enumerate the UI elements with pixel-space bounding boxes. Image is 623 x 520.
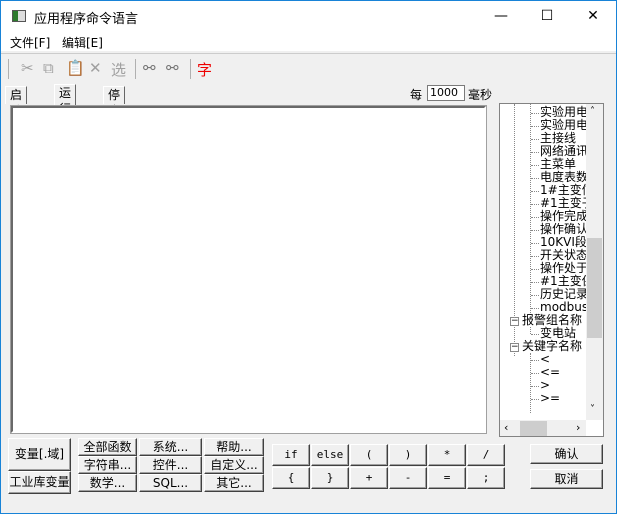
- paste-icon[interactable]: 📋: [66, 59, 85, 77]
- menu-edit[interactable]: 编辑[E]: [62, 34, 103, 51]
- function-button[interactable]: 控件...: [139, 456, 202, 474]
- operator-button[interactable]: }: [311, 467, 349, 489]
- function-button[interactable]: 全部函数: [78, 438, 137, 456]
- maximize-button[interactable]: ☐: [524, 1, 570, 31]
- scroll-left-icon[interactable]: ‹: [504, 421, 508, 434]
- horizontal-scrollbar[interactable]: ‹ ›: [500, 420, 586, 436]
- function-tree[interactable]: 实验用电 实验用电 主接线 网络通讯 主菜单 电度表数 1#主变信 #1主变子 操作完成 操作确认…: [499, 103, 604, 437]
- tab-running[interactable]: 运行时: [54, 84, 77, 132]
- collapse-icon[interactable]: −: [510, 343, 519, 352]
- tree-line: [531, 399, 539, 400]
- tree-line: [531, 282, 539, 283]
- tree-line: [531, 243, 539, 244]
- tree-item[interactable]: >=: [540, 392, 560, 405]
- window-title: 应用程序命令语言: [34, 12, 139, 27]
- menu-bar: 文件[F] 编辑[E]: [1, 31, 616, 51]
- tree-line: [531, 191, 539, 192]
- separator: [190, 59, 191, 79]
- app-icon: [12, 10, 26, 22]
- font-button[interactable]: 字: [197, 59, 212, 80]
- operator-button[interactable]: ;: [467, 467, 505, 489]
- script-editor[interactable]: [10, 105, 487, 434]
- operator-button[interactable]: else: [311, 444, 349, 466]
- interval-prefix: 每: [410, 88, 423, 102]
- tree-line: [531, 295, 539, 296]
- hscroll-thumb[interactable]: [520, 421, 547, 436]
- variable-field-button[interactable]: 变量[.域]: [8, 438, 71, 471]
- tab-startup[interactable]: 启动时: [5, 86, 28, 134]
- operator-button[interactable]: =: [428, 467, 466, 489]
- tree-group[interactable]: 关键字名称: [522, 340, 582, 353]
- app-window: 应用程序命令语言 — ☐ ✕ 文件[F] 编辑[E] ✂ ⧉ 📋 ✕ 选 ⚯ ⚯…: [0, 0, 617, 514]
- tree-line: [531, 113, 539, 114]
- vertical-scrollbar[interactable]: ˄ ˅: [586, 104, 603, 420]
- tree-line: [531, 373, 539, 374]
- toolbar: ✂ ⧉ 📋 ✕ 选 ⚯ ⚯ 字: [1, 53, 616, 81]
- scroll-right-icon[interactable]: ›: [576, 421, 580, 434]
- function-button[interactable]: SQL...: [139, 474, 202, 492]
- toolbar-grip: [8, 59, 9, 79]
- function-button[interactable]: 数学...: [78, 474, 137, 492]
- operator-button[interactable]: +: [350, 467, 388, 489]
- confirm-button[interactable]: 确认: [530, 444, 603, 464]
- function-button[interactable]: 字符串...: [78, 456, 137, 474]
- find-icon[interactable]: ⚯: [143, 59, 156, 77]
- delete-icon[interactable]: ✕: [89, 59, 102, 77]
- replace-icon[interactable]: ⚯: [166, 59, 179, 77]
- tree-line: [531, 230, 539, 231]
- minimize-button[interactable]: —: [478, 1, 524, 31]
- collapse-icon[interactable]: −: [510, 317, 519, 326]
- operator-button[interactable]: *: [428, 444, 466, 466]
- tree-line: [530, 104, 531, 319]
- tree-line: [531, 256, 539, 257]
- cut-icon[interactable]: ✂: [21, 59, 34, 77]
- function-button[interactable]: 其它...: [204, 474, 264, 492]
- cancel-button[interactable]: 取消: [530, 469, 603, 489]
- separator: [135, 59, 136, 79]
- close-button[interactable]: ✕: [570, 1, 616, 31]
- tree-line: [531, 360, 539, 361]
- operator-button[interactable]: (: [350, 444, 388, 466]
- scroll-down-icon[interactable]: ˅: [590, 404, 595, 415]
- tree-line: [530, 327, 531, 334]
- function-button[interactable]: 系统...: [139, 438, 202, 456]
- interval-suffix: 毫秒: [468, 88, 493, 102]
- menu-file[interactable]: 文件[F]: [10, 34, 50, 51]
- industrial-db-variable-button[interactable]: 工业库变量: [8, 471, 71, 494]
- copy-icon[interactable]: ⧉: [43, 59, 54, 77]
- title-bar: 应用程序命令语言 — ☐ ✕: [1, 1, 616, 31]
- scroll-up-icon[interactable]: ˄: [590, 106, 595, 117]
- tab-stop[interactable]: 停止时: [103, 86, 126, 134]
- tree-line: [531, 334, 539, 335]
- select-button[interactable]: 选: [111, 59, 126, 80]
- operator-button[interactable]: ): [389, 444, 427, 466]
- tree-line: [531, 386, 539, 387]
- tree-line: [531, 178, 539, 179]
- operator-button[interactable]: if: [272, 444, 310, 466]
- function-button[interactable]: 自定义...: [204, 456, 264, 474]
- tree-line: [531, 308, 539, 309]
- tree-line: [530, 353, 531, 413]
- operator-button[interactable]: {: [272, 467, 310, 489]
- tree-line: [531, 204, 539, 205]
- operator-button[interactable]: /: [467, 444, 505, 466]
- operator-button[interactable]: -: [389, 467, 427, 489]
- tree-line: [531, 165, 539, 166]
- tree-line: [531, 152, 539, 153]
- tree-line: [531, 217, 539, 218]
- interval-input[interactable]: 1000: [427, 85, 465, 101]
- tree-line: [531, 126, 539, 127]
- tree-line: [531, 269, 539, 270]
- function-button[interactable]: 帮助...: [204, 438, 264, 456]
- scroll-thumb[interactable]: [587, 238, 602, 338]
- tree-line: [531, 139, 539, 140]
